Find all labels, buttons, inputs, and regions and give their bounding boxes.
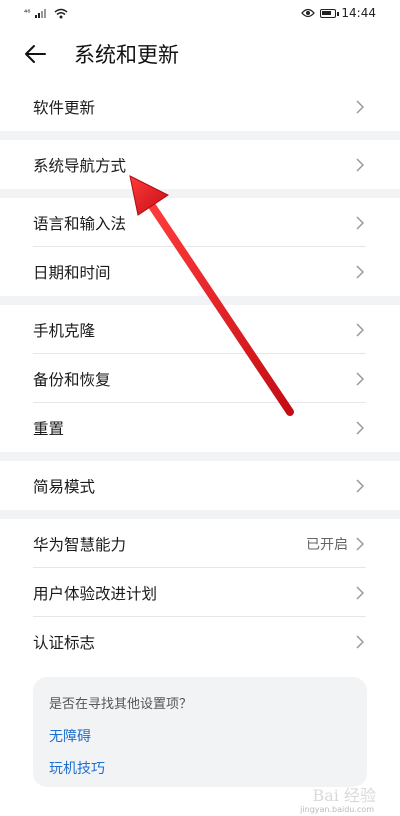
row-label: 手机克隆: [33, 321, 96, 340]
chevron-right-icon: [356, 322, 366, 338]
chevron-right-icon: [356, 585, 366, 601]
chevron-right-icon: [356, 215, 366, 231]
battery-icon: [320, 8, 340, 18]
group-software: 软件更新: [0, 82, 400, 131]
page-title: 系统和更新: [74, 43, 179, 67]
row-simple-mode[interactable]: 简易模式: [0, 461, 400, 510]
row-label: 日期和时间: [33, 263, 111, 282]
chevron-right-icon: [356, 157, 366, 173]
row-language-input[interactable]: 语言和输入法: [0, 198, 400, 247]
row-backup-restore[interactable]: 备份和恢复: [0, 354, 400, 403]
suggestion-title: 是否在寻找其他设置项？: [49, 697, 193, 712]
row-huawei-smart[interactable]: 华为智慧能力 已开启: [0, 519, 400, 568]
header: 系统和更新: [0, 30, 400, 78]
back-button[interactable]: [24, 34, 74, 74]
chevron-right-icon: [356, 634, 366, 650]
group-backup: 手机克隆 备份和恢复 重置: [0, 305, 400, 452]
row-phone-clone[interactable]: 手机克隆: [0, 305, 400, 354]
watermark: Bai 经验: [312, 782, 376, 806]
group-navigation: 系统导航方式: [0, 140, 400, 189]
watermark-text: Bai 经验: [312, 786, 376, 805]
signal-icon: [35, 9, 47, 18]
row-label: 语言和输入法: [33, 214, 127, 233]
row-user-experience[interactable]: 用户体验改进计划: [0, 568, 400, 617]
chevron-right-icon: [356, 536, 366, 552]
link-tips[interactable]: 玩机技巧: [49, 758, 351, 778]
row-value: 已开启: [306, 536, 348, 553]
row-label: 认证标志: [33, 633, 96, 652]
section-gap: [0, 510, 400, 519]
status-right: 14:44: [301, 6, 376, 20]
row-label: 简易模式: [33, 477, 96, 496]
row-label: 软件更新: [33, 98, 96, 117]
row-date-time[interactable]: 日期和时间: [0, 247, 400, 296]
row-label: 用户体验改进计划: [33, 584, 158, 603]
watermark-url: jingyan.baidu.com: [300, 805, 374, 814]
section-gap: [0, 296, 400, 305]
group-simple-mode: 简易模式: [0, 461, 400, 510]
row-system-navigation[interactable]: 系统导航方式: [0, 140, 400, 189]
chevron-right-icon: [356, 371, 366, 387]
suggestion-card: 是否在寻找其他设置项？ 无障碍 玩机技巧: [33, 677, 367, 787]
section-gap: [0, 131, 400, 140]
settings-screen: ⁴⁶ 14:44 系统和更新 软件更新 系统导航方式 语言和输入法 日期和时间 …: [0, 0, 400, 816]
status-left: ⁴⁶: [24, 8, 68, 19]
wifi-icon: [54, 8, 68, 18]
status-bar: ⁴⁶ 14:44: [0, 0, 400, 26]
section-gap: [0, 452, 400, 461]
eye-icon: [301, 8, 316, 18]
row-software-update[interactable]: 软件更新: [0, 82, 400, 131]
row-label: 备份和恢复: [33, 370, 111, 389]
row-label: 华为智慧能力: [33, 535, 127, 554]
row-label: 系统导航方式: [33, 156, 127, 175]
network-type-label: ⁴⁶: [24, 8, 31, 17]
chevron-right-icon: [356, 478, 366, 494]
row-label: 重置: [33, 419, 65, 438]
chevron-right-icon: [356, 420, 366, 436]
status-time: 14:44: [341, 6, 376, 20]
back-arrow-icon: [25, 45, 46, 63]
group-smart: 华为智慧能力 已开启 用户体验改进计划 认证标志: [0, 519, 400, 666]
row-reset[interactable]: 重置: [0, 403, 400, 452]
chevron-right-icon: [356, 264, 366, 280]
section-gap: [0, 189, 400, 198]
chevron-right-icon: [356, 99, 366, 115]
group-language-time: 语言和输入法 日期和时间: [0, 198, 400, 296]
row-certification[interactable]: 认证标志: [0, 617, 400, 666]
link-accessibility[interactable]: 无障碍: [49, 726, 351, 746]
